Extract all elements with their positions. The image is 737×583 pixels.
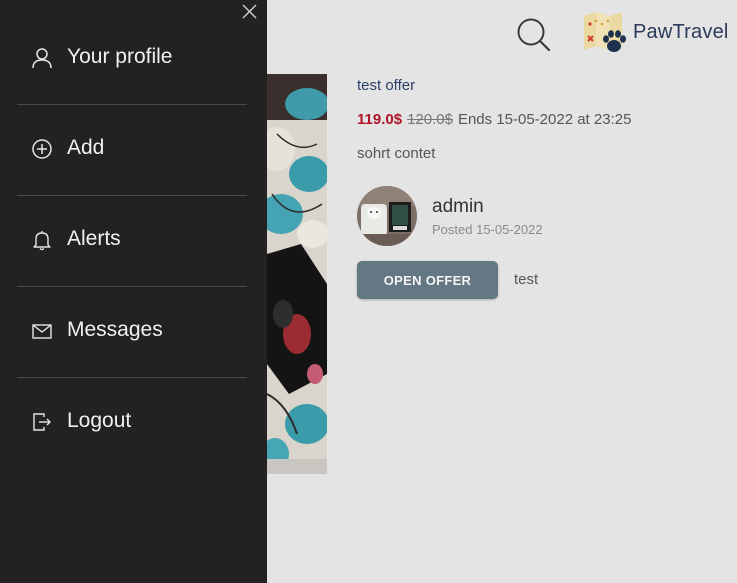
menu-item-your-profile[interactable]: Your profile	[17, 46, 247, 136]
offer-title[interactable]: test offer	[357, 77, 415, 94]
search-button[interactable]	[514, 15, 554, 55]
menu-item-label: Alerts	[67, 227, 121, 250]
map-paw-logo-icon	[584, 12, 626, 52]
divider	[17, 195, 247, 196]
close-button[interactable]	[240, 2, 259, 21]
avatar[interactable]	[357, 186, 417, 246]
side-drawer: Your profile Add Alerts Messages Logout	[0, 0, 267, 583]
menu-item-label: Logout	[67, 409, 132, 432]
menu-item-add[interactable]: Add	[17, 137, 247, 227]
price-old: 120.0$	[407, 111, 453, 128]
offer-description: sohrt contet	[357, 145, 436, 162]
menu-item-alerts[interactable]: Alerts	[17, 228, 247, 318]
price-row: 119.0$ 120.0$ Ends 15-05-2022 at 23:25	[357, 111, 631, 128]
offer-photo	[267, 74, 327, 474]
divider	[17, 286, 247, 287]
bell-icon	[33, 231, 51, 251]
avatar-image	[357, 186, 417, 246]
price-new: 119.0$	[357, 111, 403, 128]
search-icon	[517, 18, 551, 52]
plus-circle-icon	[32, 139, 52, 159]
logout-icon	[33, 413, 51, 431]
menu-item-messages[interactable]: Messages	[17, 319, 247, 409]
author-name[interactable]: admin	[432, 196, 484, 218]
divider	[17, 104, 247, 105]
offer-image[interactable]	[267, 74, 327, 474]
open-offer-button[interactable]: OPEN OFFER	[357, 261, 498, 299]
menu-item-logout[interactable]: Logout	[17, 410, 247, 500]
close-icon	[242, 4, 257, 19]
posted-date: Posted 15-05-2022	[432, 222, 543, 237]
menu-item-label: Your profile	[67, 45, 173, 68]
user-icon	[32, 48, 52, 69]
offer-tag: test	[514, 271, 539, 288]
logo[interactable]: PawTravel	[580, 12, 737, 58]
menu-item-label: Add	[67, 136, 105, 159]
offer-ends: Ends 15-05-2022 at 23:25	[457, 111, 632, 128]
logo-text: PawTravel	[633, 21, 729, 43]
menu-item-label: Messages	[67, 318, 163, 341]
divider	[17, 377, 247, 378]
envelope-icon	[32, 324, 52, 339]
